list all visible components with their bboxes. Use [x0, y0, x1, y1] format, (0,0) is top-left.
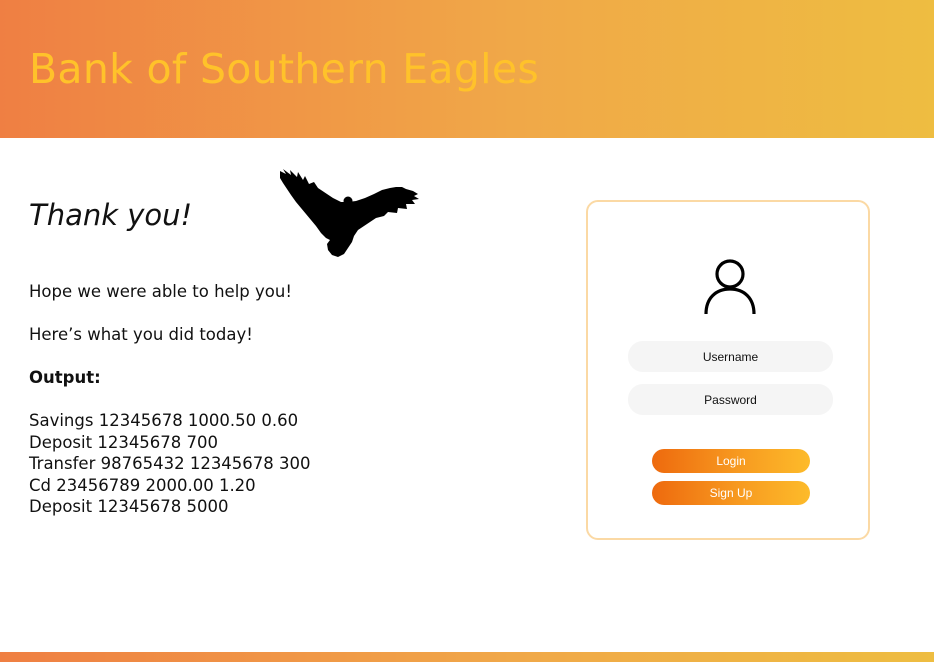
footer-bar	[0, 652, 934, 662]
help-message: Hope we were able to help you!	[29, 282, 292, 301]
password-input[interactable]	[628, 384, 833, 415]
signup-button[interactable]: Sign Up	[652, 481, 810, 505]
output-line: Deposit 12345678 700	[29, 432, 219, 452]
thank-you-heading: Thank you!	[29, 198, 193, 232]
output-line: Savings 12345678 1000.50 0.60	[29, 411, 299, 430]
output-line: Cd 23456789 2000.00 1.20	[29, 475, 256, 495]
output-label: Output:	[29, 368, 101, 387]
user-icon	[704, 259, 756, 315]
output-line: Transfer 98765432 12345678 300	[29, 454, 311, 473]
login-button[interactable]: Login	[652, 449, 810, 473]
output-line: Deposit 12345678 5000	[29, 497, 229, 516]
username-input[interactable]	[628, 341, 833, 372]
page-header: Bank of Southern Eagles	[0, 0, 934, 138]
bank-title: Bank of Southern Eagles	[29, 45, 540, 93]
login-card: Login Sign Up	[586, 200, 870, 540]
output-list: Savings 12345678 1000.50 0.60 Deposit 12…	[29, 410, 311, 518]
summary-intro: Here’s what you did today!	[29, 325, 253, 344]
eagle-silhouette-icon	[280, 169, 419, 257]
